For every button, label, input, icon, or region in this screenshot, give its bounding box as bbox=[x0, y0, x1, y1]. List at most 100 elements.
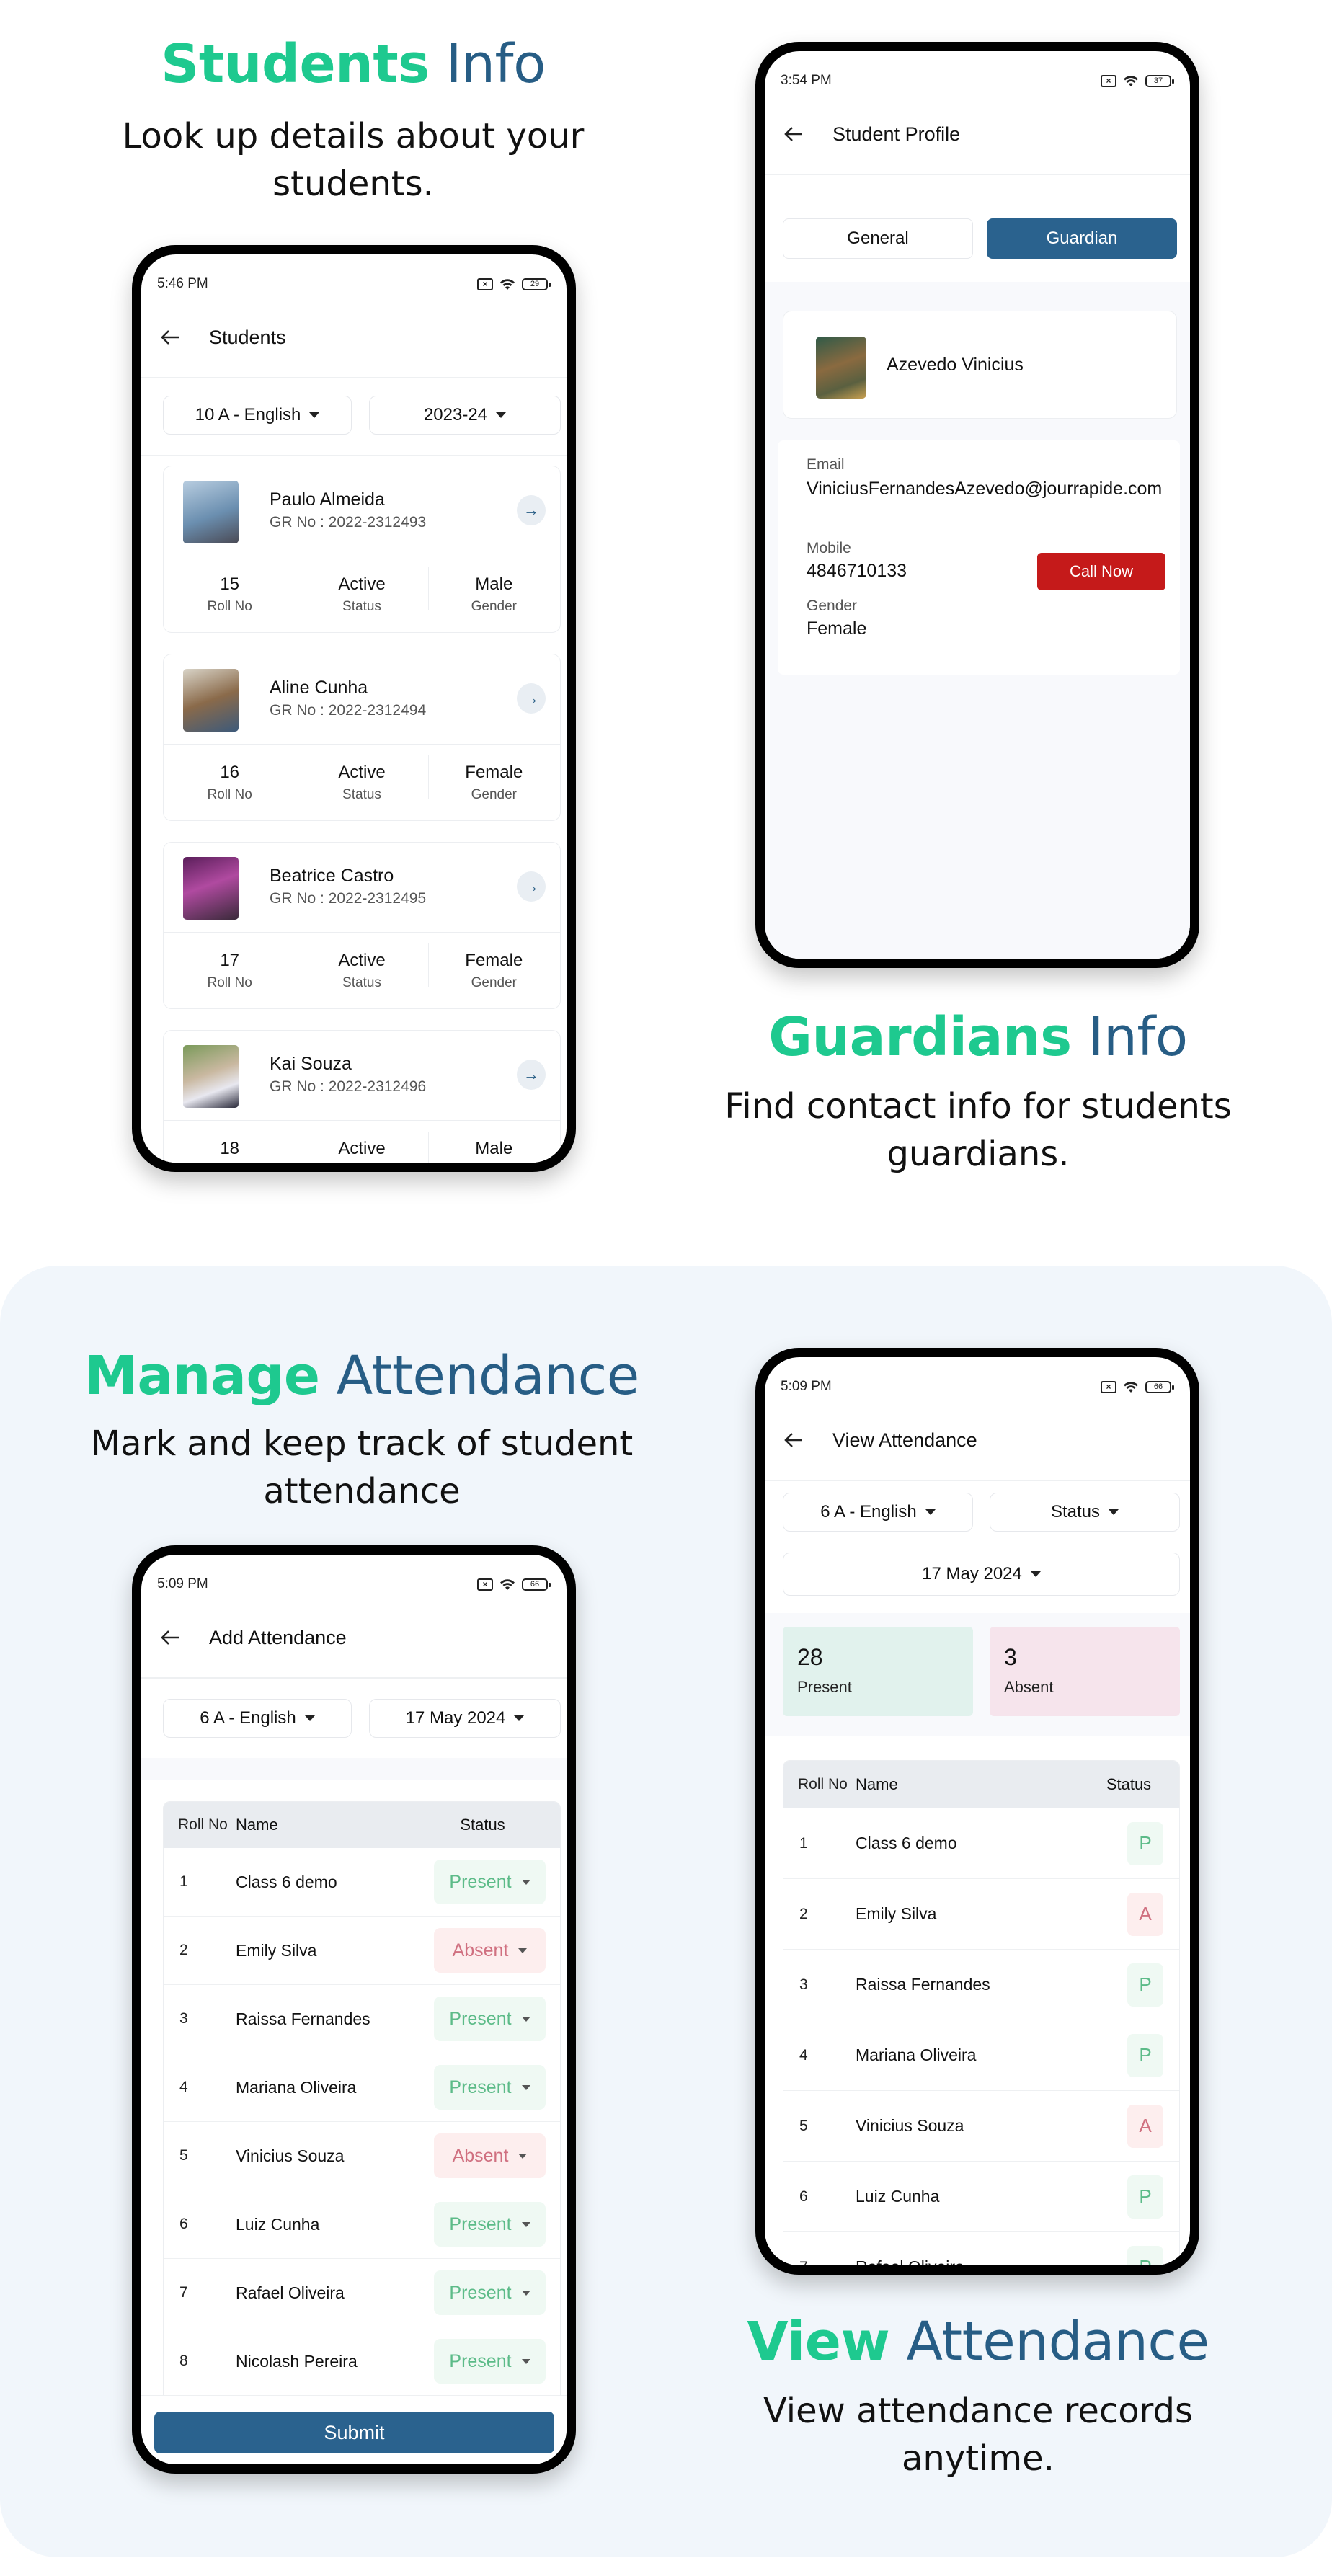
back-arrow-icon[interactable] bbox=[782, 123, 805, 146]
class-dropdown[interactable]: 6 A - English bbox=[783, 1493, 973, 1532]
row-roll: 8 bbox=[179, 2353, 188, 2369]
student-card[interactable]: Aline Cunha GR No : 2022-2312494 → 16 Rol… bbox=[163, 654, 561, 821]
status-dropdown[interactable]: Present bbox=[434, 1997, 546, 2041]
status-dropdown[interactable]: Absent bbox=[434, 1928, 546, 1973]
status-dropdown[interactable]: Present bbox=[434, 2202, 546, 2247]
table-row: 1 Class 6 demo P bbox=[783, 1808, 1179, 1879]
stat-status: ActiveStatus bbox=[296, 943, 427, 991]
row-name: Raissa Fernandes bbox=[236, 2009, 370, 2028]
date-dropdown-value: 17 May 2024 bbox=[405, 1708, 506, 1728]
caret-down-icon bbox=[514, 1715, 525, 1721]
student-card[interactable]: Kai Souza GR No : 2022-2312496 → 18Roll … bbox=[163, 1030, 561, 1163]
row-name: Emily Silva bbox=[856, 1904, 937, 1923]
present-label: Present bbox=[797, 1678, 852, 1696]
table-row: 6 Luiz Cunha Present bbox=[164, 2190, 560, 2259]
status-dropdown[interactable]: Absent bbox=[434, 2133, 546, 2178]
row-name: Rafael Oliveira bbox=[856, 2257, 1127, 2265]
email-value[interactable]: ViniciusFernandesAzevedo@jourrapide.com bbox=[807, 476, 1167, 501]
stat-roll: 16 Roll No bbox=[164, 763, 296, 803]
page-title: Add Attendance bbox=[209, 1626, 347, 1648]
table-row: 7Rafael OliveiraP bbox=[783, 2232, 1179, 2265]
year-dropdown-value: 2023-24 bbox=[423, 405, 488, 425]
student-name: Beatrice Castro bbox=[270, 866, 394, 886]
student-gr-number: GR No : 2022-2312495 bbox=[270, 890, 427, 907]
date-dropdown[interactable]: 17 May 2024 bbox=[783, 1553, 1180, 1596]
stat-value: Female bbox=[465, 951, 523, 970]
stat-roll: 18Roll No bbox=[164, 1139, 296, 1163]
arrow-right-icon[interactable]: → bbox=[517, 683, 546, 714]
year-dropdown[interactable]: 2023-24 bbox=[369, 396, 561, 435]
subtitle-line: anytime. bbox=[902, 2438, 1054, 2479]
title-rest: Info bbox=[1088, 1006, 1189, 1068]
header-name: Name bbox=[856, 1775, 898, 1793]
call-now-button[interactable]: Call Now bbox=[1037, 553, 1166, 590]
stat-label: Status bbox=[342, 787, 381, 802]
student-card-header: Beatrice Castro GR No : 2022-2312495 → bbox=[164, 843, 560, 933]
row-roll: 5 bbox=[179, 2147, 188, 2164]
caret-down-icon bbox=[518, 2153, 528, 2159]
stat-value: 18 bbox=[220, 1139, 240, 1158]
header-status: Status bbox=[460, 1816, 505, 1834]
attendance-table: Roll No Name Status 1 Class 6 demo P 2 Emily… bbox=[783, 1760, 1180, 2265]
status-dropdown[interactable]: Present bbox=[434, 1860, 546, 1904]
submit-bar: Submit bbox=[141, 2395, 567, 2464]
students-screen: 5:46 PM × 29 Students 10 A - English 202… bbox=[141, 254, 567, 1163]
tab-guardian[interactable]: Guardian bbox=[987, 218, 1177, 259]
back-arrow-icon[interactable] bbox=[159, 1626, 182, 1649]
caret-down-icon bbox=[1109, 1509, 1119, 1515]
row-name: Luiz Cunha bbox=[856, 2187, 940, 2206]
no-sim-icon: × bbox=[1101, 74, 1116, 87]
student-card[interactable]: Paulo Almeida GR No : 2022-2312493 → 15 R… bbox=[163, 466, 561, 633]
row-name: Vinicius Souza bbox=[856, 2116, 964, 2135]
date-dropdown[interactable]: 17 May 2024 bbox=[369, 1699, 561, 1738]
status-dropdown[interactable]: Present bbox=[434, 2065, 546, 2110]
wifi-icon bbox=[1124, 76, 1138, 86]
student-card[interactable]: Beatrice Castro GR No : 2022-2312495 → 1… bbox=[163, 842, 561, 1009]
table-row: 2 Emily Silva Absent bbox=[164, 1917, 560, 1985]
row-roll: 1 bbox=[179, 1873, 188, 1890]
status-dropdown[interactable]: Present bbox=[434, 2270, 546, 2315]
stat-value: Male bbox=[475, 574, 513, 594]
back-arrow-icon[interactable] bbox=[159, 326, 182, 349]
header-name: Name bbox=[236, 1816, 278, 1834]
class-dropdown[interactable]: 6 A - English bbox=[163, 1699, 352, 1738]
tab-general[interactable]: General bbox=[783, 218, 973, 259]
arrow-right-icon[interactable]: → bbox=[517, 1060, 546, 1090]
stat-status: ActiveStatus bbox=[296, 1132, 427, 1163]
table-row: 5 Vinicius Souza A bbox=[783, 2091, 1179, 2162]
subtitle-line: Look up details about your bbox=[122, 116, 585, 156]
submit-button[interactable]: Submit bbox=[154, 2412, 554, 2453]
student-card-header: Paulo Almeida GR No : 2022-2312493 → bbox=[164, 466, 560, 556]
student-card-header: Aline Cunha GR No : 2022-2312494 → bbox=[164, 654, 560, 745]
caret-down-icon bbox=[521, 1879, 530, 1885]
view-attendance-subtitle: View attendance records anytime. bbox=[649, 2387, 1307, 2482]
status-value: Present bbox=[449, 2350, 512, 2371]
table-row: 3 Raissa Fernandes Present bbox=[164, 1985, 560, 2053]
student-avatar bbox=[183, 481, 239, 543]
status-badge: A bbox=[1127, 1892, 1163, 1936]
page-title: View Attendance bbox=[832, 1429, 977, 1451]
status-badge: P bbox=[1127, 1963, 1163, 2007]
row-roll: 2 bbox=[179, 1942, 188, 1958]
stat-value: Active bbox=[338, 1139, 386, 1158]
stat-value: Active bbox=[338, 574, 386, 594]
row-name: Luiz Cunha bbox=[236, 2214, 320, 2234]
row-roll: 7 bbox=[783, 2259, 856, 2266]
battery-icon: 37 bbox=[1145, 74, 1174, 87]
row-roll: 3 bbox=[799, 1976, 808, 1993]
caret-down-icon bbox=[309, 412, 320, 418]
status-dropdown[interactable]: Status bbox=[990, 1493, 1180, 1532]
arrow-right-icon[interactable]: → bbox=[517, 871, 546, 902]
row-name: Emily Silva bbox=[236, 1940, 317, 1960]
status-bar: 5:46 PM × 29 bbox=[141, 254, 567, 298]
row-roll: 4 bbox=[799, 2046, 808, 2064]
caret-down-icon bbox=[521, 2084, 530, 2090]
back-arrow-icon[interactable] bbox=[782, 1429, 805, 1452]
table-row: 1 Class 6 demo Present bbox=[164, 1848, 560, 1917]
status-badge: P bbox=[1127, 2033, 1163, 2077]
view-attendance-screen: 5:09 PM × 66 View Attendance 6 A - Engli… bbox=[765, 1357, 1190, 2265]
status-dropdown[interactable]: Present bbox=[434, 2339, 546, 2384]
arrow-right-icon[interactable]: → bbox=[517, 495, 546, 525]
class-dropdown[interactable]: 10 A - English bbox=[163, 396, 352, 435]
subtitle-line: attendance bbox=[263, 1471, 461, 1511]
